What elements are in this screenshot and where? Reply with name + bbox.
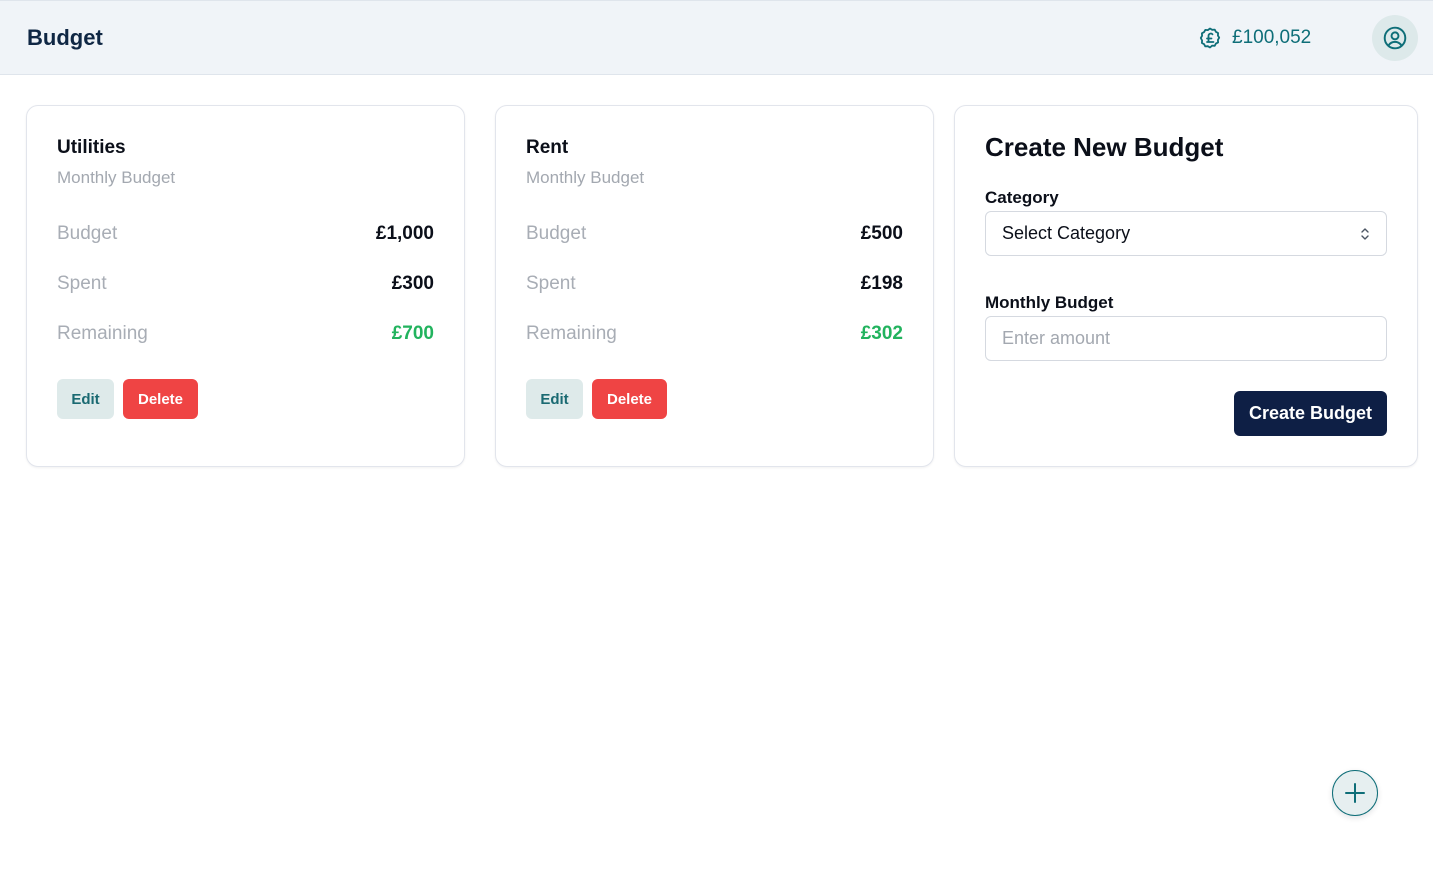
budget-card-rent: Rent Monthly Budget Budget £500 Spent £1… — [495, 105, 934, 467]
edit-button[interactable]: Edit — [57, 379, 114, 419]
spent-row: Spent £300 — [57, 273, 434, 295]
budget-category: Utilities — [57, 137, 126, 158]
create-budget-button[interactable]: Create Budget — [1234, 391, 1387, 436]
budget-category: Rent — [526, 137, 569, 158]
balance-display: £100,052 — [1198, 26, 1311, 50]
pound-coin-icon — [1199, 27, 1221, 49]
remaining-row: Remaining £302 — [526, 323, 903, 345]
remaining-value: £700 — [391, 323, 434, 344]
budget-row: Budget £500 — [526, 223, 903, 245]
spent-label: Spent — [526, 273, 576, 294]
remaining-value: £302 — [860, 323, 903, 344]
plus-icon — [1345, 783, 1365, 803]
create-budget-card: Create New Budget Category Select Catego… — [954, 105, 1418, 467]
profile-button[interactable] — [1372, 15, 1418, 61]
remaining-label: Remaining — [526, 323, 617, 344]
budget-subtitle: Monthly Budget — [57, 168, 176, 187]
user-circle-icon — [1383, 26, 1407, 50]
monthly-budget-label: Monthly Budget — [985, 293, 1114, 312]
create-budget-title: Create New Budget — [985, 132, 1224, 162]
category-selected-value: Select Category — [1002, 223, 1131, 243]
spent-row: Spent £198 — [526, 273, 903, 295]
page-title: Budget — [27, 25, 103, 50]
delete-button[interactable]: Delete — [123, 379, 198, 419]
budget-value: £1,000 — [375, 223, 434, 244]
balance-amount: £100,052 — [1232, 27, 1312, 48]
add-button[interactable] — [1332, 770, 1378, 816]
spent-value: £198 — [860, 273, 903, 294]
top-bar: Budget £100,052 — [0, 0, 1433, 75]
delete-button[interactable]: Delete — [592, 379, 667, 419]
edit-button[interactable]: Edit — [526, 379, 583, 419]
spent-value: £300 — [391, 273, 434, 294]
category-select[interactable]: Select Category — [985, 211, 1387, 256]
budget-value: £500 — [860, 223, 903, 244]
amount-input[interactable] — [985, 316, 1387, 361]
spent-label: Spent — [57, 273, 107, 294]
budget-subtitle: Monthly Budget — [526, 168, 645, 187]
budget-label: Budget — [526, 223, 587, 244]
category-label: Category — [985, 188, 1059, 207]
chevron-up-down-icon — [1361, 227, 1369, 240]
remaining-label: Remaining — [57, 323, 148, 344]
budget-label: Budget — [57, 223, 118, 244]
budget-row: Budget £1,000 — [57, 223, 434, 245]
budget-card-utilities: Utilities Monthly Budget Budget £1,000 S… — [26, 105, 465, 467]
remaining-row: Remaining £700 — [57, 323, 434, 345]
